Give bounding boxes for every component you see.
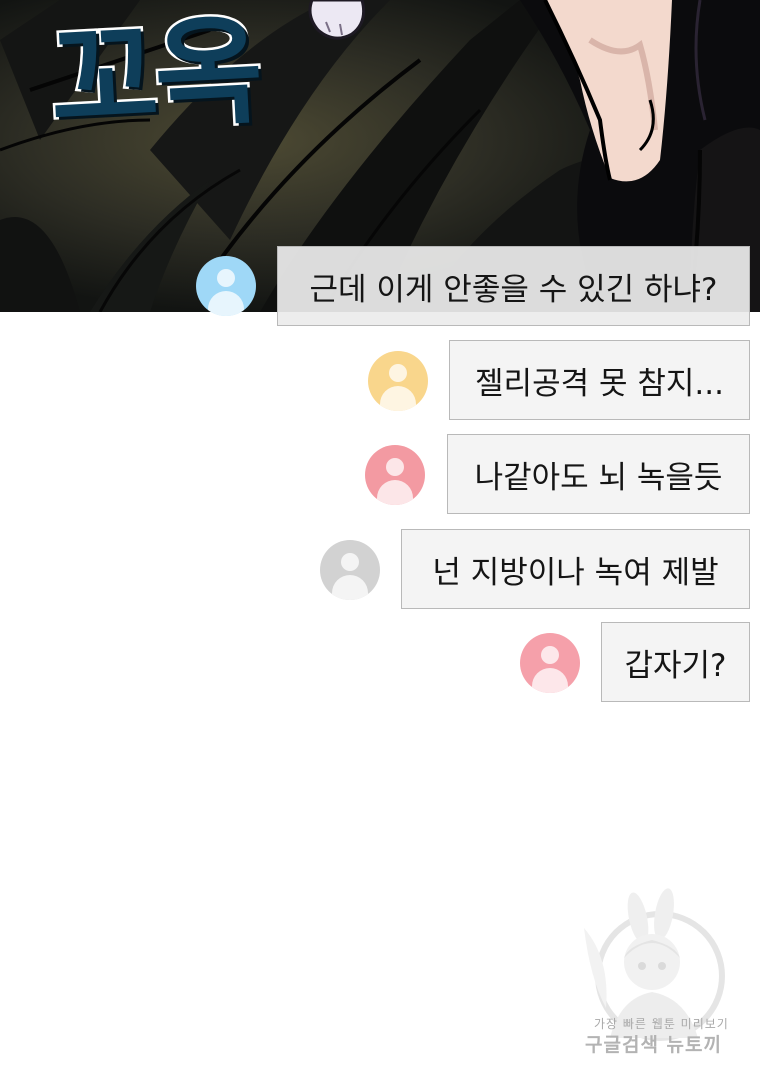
chat-bubble: 넌 지방이나 녹여 제발 (401, 529, 750, 609)
chat-bubble: 나같아도 뇌 녹을듯 (447, 434, 750, 514)
avatar-head-icon (341, 553, 359, 571)
user-avatar[interactable] (368, 351, 428, 411)
avatar-head-icon (217, 269, 235, 287)
avatar-body-icon (532, 668, 568, 693)
avatar-body-icon (332, 575, 368, 600)
avatar-body-icon (377, 480, 413, 505)
avatar-head-icon (389, 364, 407, 382)
user-avatar[interactable] (520, 633, 580, 693)
chat-bubble: 젤리공격 못 참지... (449, 340, 750, 420)
user-avatar[interactable] (320, 540, 380, 600)
watermark-site-name: 구글검색 뉴토끼 (585, 1034, 722, 1056)
chat-bubble: 근데 이게 안좋을 수 있긴 하냐? (277, 246, 750, 326)
avatar-head-icon (541, 646, 559, 664)
avatar-body-icon (208, 291, 244, 316)
avatar-head-icon (386, 458, 404, 476)
sound-effect-text: 꼬옥 (44, 0, 265, 152)
user-avatar[interactable] (365, 445, 425, 505)
chat-bubble: 갑자기? (601, 622, 750, 702)
avatar-body-icon (380, 386, 416, 411)
user-avatar[interactable] (196, 256, 256, 316)
